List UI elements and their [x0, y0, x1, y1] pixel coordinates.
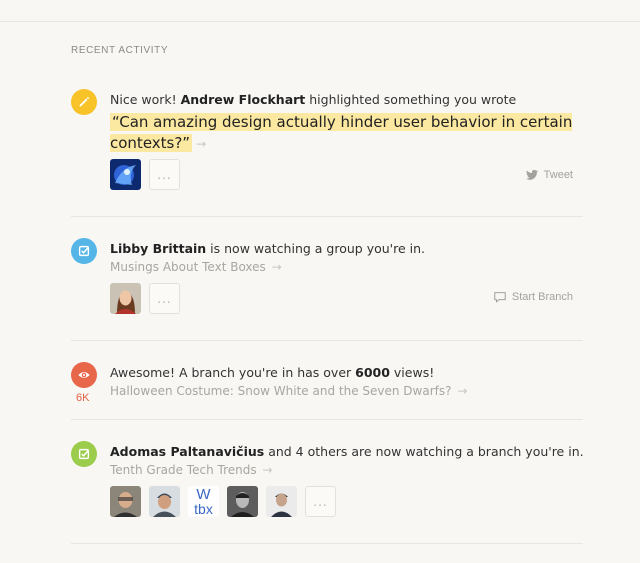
actor-link[interactable]: Adomas Paltanavičius	[110, 444, 264, 459]
pencil-icon	[71, 89, 97, 115]
views-count: 6K	[76, 392, 90, 404]
activity-content: Libby Brittain is now watching a group y…	[110, 240, 583, 274]
avatar-list: W tbx ...	[110, 486, 336, 517]
actor-link[interactable]: Andrew Flockhart	[181, 92, 306, 107]
branch-link[interactable]: Halloween Costume: Snow White and the Se…	[110, 384, 583, 398]
avatar[interactable]	[149, 486, 180, 517]
text-prefix: Awesome! A branch you're in has over	[110, 365, 356, 380]
text-suffix: and 4 others are now watching a branch y…	[264, 444, 584, 459]
avatar[interactable]	[266, 486, 297, 517]
activity-text: Awesome! A branch you're in has over 600…	[110, 364, 583, 381]
top-divider	[0, 21, 640, 22]
activity-text: Nice work! Andrew Flockhart highlighted …	[110, 91, 583, 108]
activity-item-highlight: Nice work! Andrew Flockhart highlighted …	[71, 88, 583, 198]
wtbx-logo[interactable]: W tbx	[188, 486, 219, 517]
logo-text-bottom: tbx	[194, 500, 213, 517]
item-divider	[71, 216, 583, 217]
branch-name: Halloween Costume: Snow White and the Se…	[110, 384, 452, 398]
activity-text: Adomas Paltanavičius and 4 others are no…	[110, 443, 584, 460]
highlight-text: “Can amazing design actually hinder user…	[110, 113, 573, 152]
speech-bubble-icon	[494, 292, 506, 303]
tweet-label: Tweet	[543, 169, 573, 181]
group-name: Musings About Text Boxes	[110, 260, 266, 274]
text-prefix: Nice work!	[110, 92, 181, 107]
arrow-icon: →	[271, 260, 282, 274]
branch-link[interactable]: Tenth Grade Tech Trends →	[110, 463, 583, 477]
watch-check-icon	[71, 441, 97, 467]
activity-item-watch-group: Libby Brittain is now watching a group y…	[71, 237, 583, 322]
tweet-button[interactable]: Tweet	[525, 168, 573, 182]
group-link[interactable]: Musings About Text Boxes →	[110, 260, 583, 274]
start-branch-label: Start Branch	[511, 291, 573, 303]
eye-icon	[71, 362, 97, 388]
branch-name: Tenth Grade Tech Trends	[110, 463, 257, 477]
avatar[interactable]	[227, 486, 258, 517]
text-suffix: is now watching a group you're in.	[206, 241, 425, 256]
avatar-list: ...	[110, 283, 180, 314]
avatar[interactable]	[110, 159, 141, 190]
text-suffix: views!	[389, 365, 435, 380]
arrow-icon: →	[262, 463, 273, 477]
activity-item-watch-branch: Adomas Paltanavičius and 4 others are no…	[71, 440, 584, 525]
arrow-icon: →	[457, 384, 468, 398]
twitter-icon	[525, 169, 538, 180]
highlight-quote[interactable]: “Can amazing design actually hinder user…	[110, 112, 583, 155]
views-number: 6000	[355, 365, 390, 380]
activity-text: Libby Brittain is now watching a group y…	[110, 240, 583, 257]
item-divider	[71, 419, 583, 420]
more-button[interactable]: ...	[149, 159, 180, 190]
item-divider	[71, 340, 583, 341]
item-divider	[71, 543, 583, 544]
arrow-icon: →	[196, 137, 207, 151]
text-suffix: highlighted something you wrote	[305, 92, 517, 107]
avatar[interactable]	[110, 283, 141, 314]
activity-content: Adomas Paltanavičius and 4 others are no…	[110, 443, 584, 477]
avatar[interactable]	[110, 486, 141, 517]
avatar-list: ...	[110, 159, 180, 190]
activity-content: Nice work! Andrew Flockhart highlighted …	[110, 91, 583, 155]
actor-link[interactable]: Libby Brittain	[110, 241, 206, 256]
start-branch-button[interactable]: Start Branch	[493, 290, 573, 304]
activity-content: Awesome! A branch you're in has over 600…	[110, 364, 583, 398]
activity-item-views: 6K Awesome! A branch you're in has over …	[71, 361, 583, 411]
logo-text-top: W	[196, 486, 211, 503]
more-button[interactable]: ...	[305, 486, 336, 517]
section-title: RECENT ACTIVITY	[71, 45, 169, 56]
watch-check-icon	[71, 238, 97, 264]
more-button[interactable]: ...	[149, 283, 180, 314]
